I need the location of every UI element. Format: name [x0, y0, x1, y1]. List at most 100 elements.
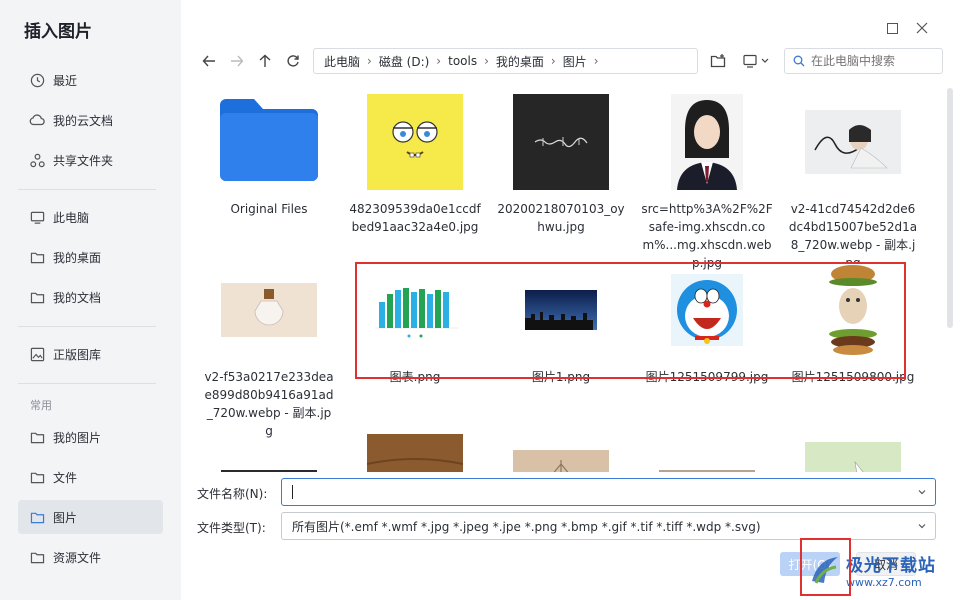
computer-icon: [29, 209, 45, 225]
filetype-label: 文件类型(T):: [197, 521, 266, 535]
search-input[interactable]: [811, 54, 931, 68]
sidebar-item-recent[interactable]: 最近: [18, 63, 163, 97]
scrollbar[interactable]: [947, 88, 953, 328]
folder-icon: [29, 289, 45, 305]
cloud-icon: [29, 112, 45, 128]
arrow-right-icon: [231, 55, 244, 67]
sidebar: 插入图片 最近 我的云文档 共享文件夹 此电脑 我的桌面 我的文档 正版图库 常…: [0, 0, 181, 600]
town-image: [659, 470, 755, 472]
breadcrumb-item[interactable]: 此电脑: [324, 53, 360, 70]
search-box[interactable]: [784, 48, 943, 74]
image-thumbnail: [641, 90, 773, 194]
portrait-image: [671, 94, 743, 190]
sidebar-item-desktop[interactable]: 我的桌面: [18, 240, 163, 274]
folder-icon: [29, 249, 45, 265]
sidebar-item-label: 最近: [53, 73, 78, 88]
sidebar-item-label: 资源文件: [53, 550, 102, 565]
new-folder-button[interactable]: [706, 49, 730, 73]
sidebar-item-label: 我的图片: [53, 430, 102, 445]
bridge-image: [513, 450, 609, 472]
view-mode-icon: [743, 54, 769, 68]
breadcrumb-item[interactable]: 我的桌面: [496, 53, 544, 70]
file-name: 20200218070103_oyhwu.jpg: [497, 202, 625, 234]
maximize-button[interactable]: [882, 18, 902, 38]
chevron-right-icon: ›: [436, 54, 442, 68]
image-thumbnail: [495, 90, 627, 194]
folder-icon: [29, 429, 45, 445]
folder-icon: [29, 549, 45, 565]
file-item[interactable]: src=http%3A%2F%2Fsafe-img.xhscdn.com%...…: [641, 90, 773, 272]
sidebar-item-cloud-docs[interactable]: 我的云文档: [18, 103, 163, 137]
image-thumbnail: [787, 90, 919, 194]
forward-button[interactable]: [225, 49, 249, 73]
sidebar-item-label: 此电脑: [53, 210, 90, 225]
file-item[interactable]: [495, 426, 627, 472]
arrow-left-icon: [202, 55, 215, 67]
file-name: Original Files: [230, 202, 308, 216]
watermark-title: 极光下载站: [846, 556, 936, 576]
sidebar-item-label: 我的文档: [53, 290, 102, 305]
green-image: [805, 442, 901, 472]
spongebob-image: [367, 94, 463, 190]
folder-icon: [220, 99, 318, 181]
sidebar-item-shared[interactable]: 共享文件夹: [18, 143, 163, 177]
file-name: 482309539da0e1ccdfbed91aac32a4e0.jpg: [349, 202, 481, 234]
dialog-title: 插入图片: [24, 22, 92, 42]
file-item[interactable]: [787, 426, 919, 472]
new-folder-icon: [710, 54, 726, 68]
clock-icon: [29, 72, 45, 88]
sidebar-item-resources[interactable]: 资源文件: [18, 540, 163, 574]
chevron-right-icon: ›: [593, 54, 599, 68]
folder-thumbnail: [203, 90, 335, 194]
refresh-icon: [287, 55, 299, 67]
sidebar-section-label: 常用: [30, 399, 52, 412]
file-item[interactable]: [203, 426, 335, 472]
highlight-annotation: [355, 262, 906, 379]
file-item[interactable]: v2-41cd74542d2de6dc4bd15007be52d1a8_720w…: [787, 90, 919, 272]
chevron-right-icon: ›: [484, 54, 489, 68]
sidebar-item-label: 我的桌面: [53, 250, 102, 265]
breadcrumb-item[interactable]: 图片: [563, 53, 587, 70]
mountain-image: [221, 470, 317, 472]
back-button[interactable]: [197, 49, 221, 73]
sidebar-item-my-pictures[interactable]: 我的图片: [18, 420, 163, 454]
text-caret: [292, 485, 293, 499]
filename-label: 文件名称(N):: [197, 487, 268, 501]
sidebar-item-this-pc[interactable]: 此电脑: [18, 200, 163, 234]
sidebar-divider: [18, 326, 156, 327]
watermark-url: www.xz7.com: [846, 576, 922, 589]
sidebar-divider: [18, 383, 156, 384]
sidebar-item-documents[interactable]: 我的文档: [18, 280, 163, 314]
image-thumbnail: [495, 426, 627, 472]
highlight-annotation: [800, 538, 851, 596]
sidebar-item-label: 正版图库: [53, 347, 102, 362]
breadcrumb-item[interactable]: tools: [448, 54, 477, 68]
file-item[interactable]: v2-f53a0217e233deae899d80b9416a91ad_720w…: [203, 258, 335, 440]
breadcrumb-item[interactable]: 磁盘 (D:): [379, 53, 429, 70]
file-item[interactable]: 20200218070103_oyhwu.jpg: [495, 90, 627, 236]
image-thumbnail: [349, 90, 481, 194]
close-button[interactable]: [912, 18, 932, 38]
file-item[interactable]: [641, 426, 773, 472]
filename-input[interactable]: [281, 478, 936, 506]
file-item[interactable]: Original Files: [203, 90, 335, 218]
bottle-image: [221, 283, 317, 337]
sidebar-item-pictures[interactable]: 图片: [18, 500, 163, 534]
chevron-down-icon: [918, 490, 926, 495]
view-mode-button[interactable]: [742, 49, 772, 73]
refresh-button[interactable]: [281, 49, 305, 73]
up-button[interactable]: [253, 49, 277, 73]
file-item[interactable]: [349, 426, 481, 472]
image-thumbnail: [349, 426, 481, 472]
sidebar-divider: [18, 189, 156, 190]
chevron-right-icon: ›: [550, 54, 556, 68]
maximize-icon: [886, 22, 898, 34]
filetype-value: 所有图片(*.emf *.wmf *.jpg *.jpeg *.jpe *.pn…: [292, 519, 761, 534]
filetype-select[interactable]: 所有图片(*.emf *.wmf *.jpg *.jpeg *.jpe *.pn…: [281, 512, 936, 540]
chevron-right-icon: ›: [367, 54, 372, 68]
file-item[interactable]: 482309539da0e1ccdfbed91aac32a4e0.jpg: [349, 90, 481, 236]
gallery-icon: [29, 346, 45, 362]
sidebar-item-label: 共享文件夹: [53, 153, 114, 168]
sidebar-item-gallery[interactable]: 正版图库: [18, 337, 163, 371]
sidebar-item-files[interactable]: 文件: [18, 460, 163, 494]
